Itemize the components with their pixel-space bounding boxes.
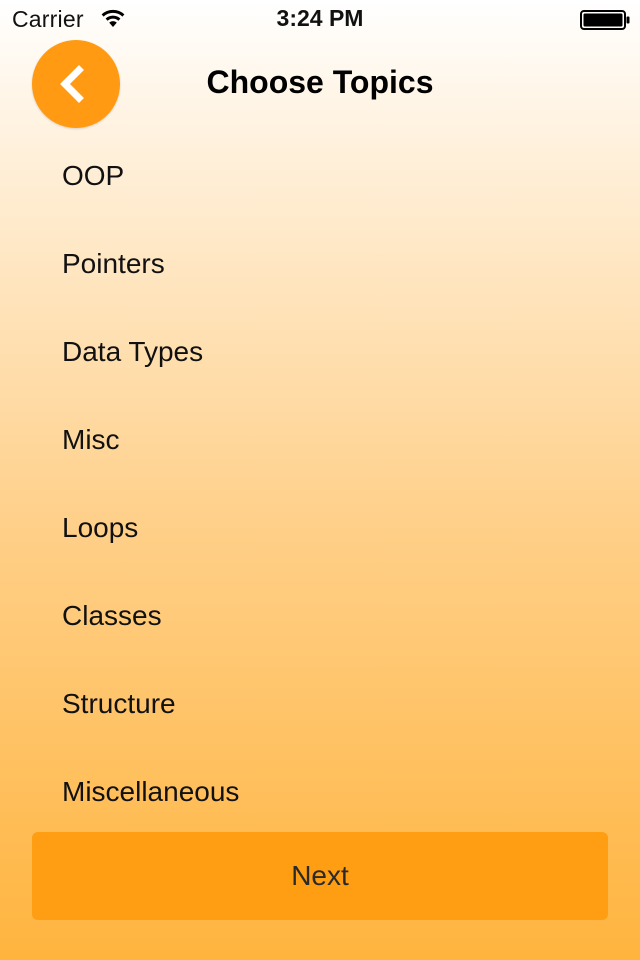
page-title: Choose Topics: [206, 64, 434, 100]
topic-item-misc[interactable]: Misc: [0, 396, 640, 484]
topic-item-pointers[interactable]: Pointers: [0, 220, 640, 308]
topic-item-structure[interactable]: Structure: [0, 660, 640, 748]
topic-item-miscellaneous[interactable]: Miscellaneous: [0, 748, 640, 836]
topic-item-classes[interactable]: Classes: [0, 572, 640, 660]
battery-icon: [580, 10, 630, 30]
status-time: 3:24 PM: [276, 5, 364, 31]
next-button[interactable]: Next: [32, 832, 608, 920]
topic-item-loops[interactable]: Loops: [0, 484, 640, 572]
topic-list: OOP Pointers Data Types Misc Loops Class…: [0, 132, 640, 836]
topic-item-oop[interactable]: OOP: [0, 132, 640, 220]
topic-item-data-types[interactable]: Data Types: [0, 308, 640, 396]
status-bar: Carrier 3:24 PM: [0, 0, 640, 40]
